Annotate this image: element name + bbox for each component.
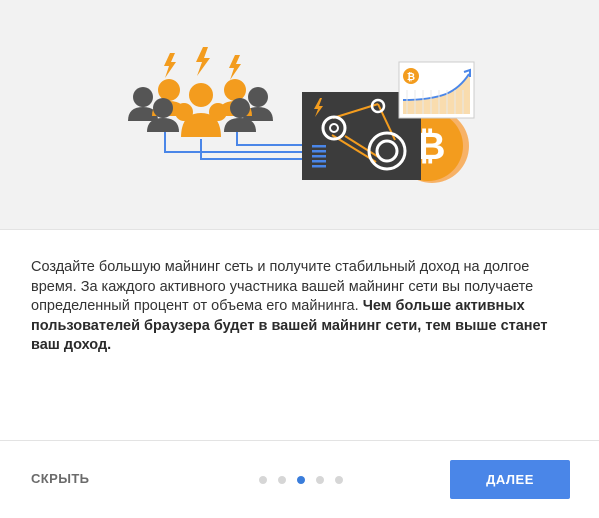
mining-network-illustration: ₿ ₿ bbox=[128, 47, 475, 183]
skip-button[interactable]: СКРЫТЬ bbox=[31, 471, 89, 486]
footer-divider bbox=[0, 440, 599, 441]
svg-text:₿: ₿ bbox=[407, 71, 415, 83]
pagination-dot-5[interactable] bbox=[335, 476, 343, 484]
onboarding-dialog: ₿ ₿ Создайте большую майнинг сеть и полу… bbox=[0, 0, 599, 518]
people-group-icon bbox=[128, 79, 273, 139]
next-button[interactable]: ДАЛЕЕ bbox=[450, 460, 570, 499]
pagination-dot-4[interactable] bbox=[316, 476, 324, 484]
pagination-dot-2[interactable] bbox=[278, 476, 286, 484]
illustration-panel: ₿ ₿ bbox=[0, 0, 599, 230]
lightning-icon bbox=[164, 47, 241, 80]
pagination-dot-1[interactable] bbox=[259, 476, 267, 484]
description-text: Создайте большую майнинг сеть и получите… bbox=[31, 258, 571, 356]
pagination-dot-3[interactable] bbox=[297, 476, 305, 484]
pagination-dots bbox=[259, 476, 343, 484]
growth-chart-icon: ₿ bbox=[398, 61, 475, 119]
